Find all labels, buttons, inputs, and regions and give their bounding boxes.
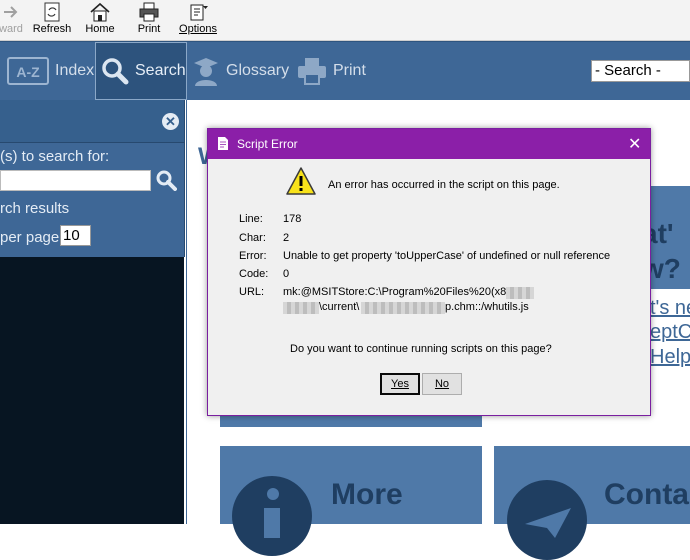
search-input[interactable] bbox=[0, 170, 151, 191]
home-label: Home bbox=[85, 23, 115, 35]
line-value: 178 bbox=[283, 213, 302, 225]
contact-heading: Conta bbox=[604, 478, 689, 511]
nav-glossary-label: Glossary bbox=[226, 62, 290, 79]
dialog-title-bar: Script Error ✕ bbox=[208, 129, 650, 159]
yes-label: Yes bbox=[391, 378, 409, 390]
options-label-text: Options bbox=[179, 23, 217, 35]
options-button[interactable]: Options bbox=[173, 2, 223, 35]
document-icon bbox=[218, 137, 228, 150]
refresh-label: Refresh bbox=[32, 23, 72, 35]
options-label: Options bbox=[173, 23, 223, 35]
error-value: Unable to get property 'toUpperCase' of … bbox=[283, 250, 611, 262]
error-label: Error: bbox=[239, 250, 267, 262]
help-link[interactable]: Help bbox=[650, 346, 690, 369]
url-value-line1: mk:@MSITStore:C:\Program%20Files%20(x86)… bbox=[283, 286, 520, 298]
nav-search-label: Search bbox=[135, 62, 186, 79]
redacted-path-1 bbox=[506, 287, 534, 299]
redacted-path-2 bbox=[283, 302, 319, 314]
no-label: No bbox=[434, 378, 450, 390]
no-button[interactable]: No bbox=[422, 373, 462, 395]
send-icon bbox=[507, 480, 587, 560]
search-for-label: (s) to search for: bbox=[0, 148, 110, 165]
char-label: Char: bbox=[239, 232, 266, 244]
nav-print[interactable]: Print bbox=[297, 42, 366, 100]
search-results-label: rch results bbox=[0, 200, 70, 217]
warning-icon bbox=[286, 167, 316, 195]
a-z-icon: A-Z bbox=[7, 57, 49, 85]
search-select[interactable]: - Search - bbox=[591, 60, 690, 82]
search-go-icon[interactable] bbox=[155, 169, 177, 191]
url-value-mid: \current\ bbox=[319, 301, 360, 313]
continue-question: Do you want to continue running scripts … bbox=[290, 343, 552, 355]
per-page-label: per page bbox=[0, 229, 60, 246]
url-value-end: p.chm::/whutils.js bbox=[445, 301, 529, 313]
print-label: Print bbox=[137, 23, 161, 35]
info-icon bbox=[232, 476, 312, 556]
concept-link[interactable]: eptC bbox=[650, 321, 690, 344]
nav-search[interactable]: Search bbox=[95, 42, 187, 100]
toolbar: ward Refresh Home Print Options bbox=[0, 0, 690, 41]
dialog-title: Script Error bbox=[237, 137, 298, 151]
forward-arrow-icon bbox=[4, 6, 18, 18]
dialog-close-icon[interactable]: ✕ bbox=[628, 134, 641, 154]
per-page-input[interactable]: 10 bbox=[60, 225, 91, 246]
options-icon bbox=[190, 4, 208, 21]
print-button[interactable]: Print bbox=[124, 2, 174, 35]
refresh-icon bbox=[44, 2, 60, 22]
script-error-dialog: Script Error ✕ An error has occurred in … bbox=[207, 128, 651, 416]
magnifier-icon bbox=[102, 58, 129, 85]
printer-icon bbox=[298, 58, 326, 85]
nav-index[interactable]: A-Z Index bbox=[7, 42, 94, 100]
paper-plane-icon bbox=[525, 508, 571, 538]
code-label: Code: bbox=[239, 268, 269, 280]
nav-glossary[interactable]: Glossary bbox=[192, 42, 289, 100]
nav-bar: A-Z Index Search Glossary Print bbox=[0, 41, 690, 100]
home-button[interactable]: Home bbox=[75, 2, 125, 35]
redacted-path-3 bbox=[361, 302, 445, 314]
more-heading: More bbox=[331, 478, 403, 511]
yes-button[interactable]: Yes bbox=[380, 373, 420, 395]
line-label: Line: bbox=[239, 213, 263, 225]
printer-icon bbox=[139, 2, 159, 22]
nav-index-label: Index bbox=[55, 62, 95, 79]
nav-print-label: Print bbox=[333, 62, 366, 79]
char-value: 2 bbox=[283, 232, 290, 244]
home-icon bbox=[90, 2, 110, 22]
code-value: 0 bbox=[283, 268, 290, 280]
refresh-button[interactable]: Refresh bbox=[27, 2, 77, 35]
dialog-body: An error has occurred in the script on t… bbox=[208, 159, 650, 415]
svg-text:A-Z: A-Z bbox=[16, 64, 40, 80]
error-message: An error has occurred in the script on t… bbox=[328, 179, 560, 191]
whats-new-link[interactable]: t's ne bbox=[650, 297, 690, 320]
search-panel-header bbox=[0, 100, 184, 143]
graduate-icon bbox=[194, 58, 218, 86]
close-panel-icon[interactable]: ✕ bbox=[162, 113, 179, 130]
url-label: URL: bbox=[239, 286, 265, 298]
